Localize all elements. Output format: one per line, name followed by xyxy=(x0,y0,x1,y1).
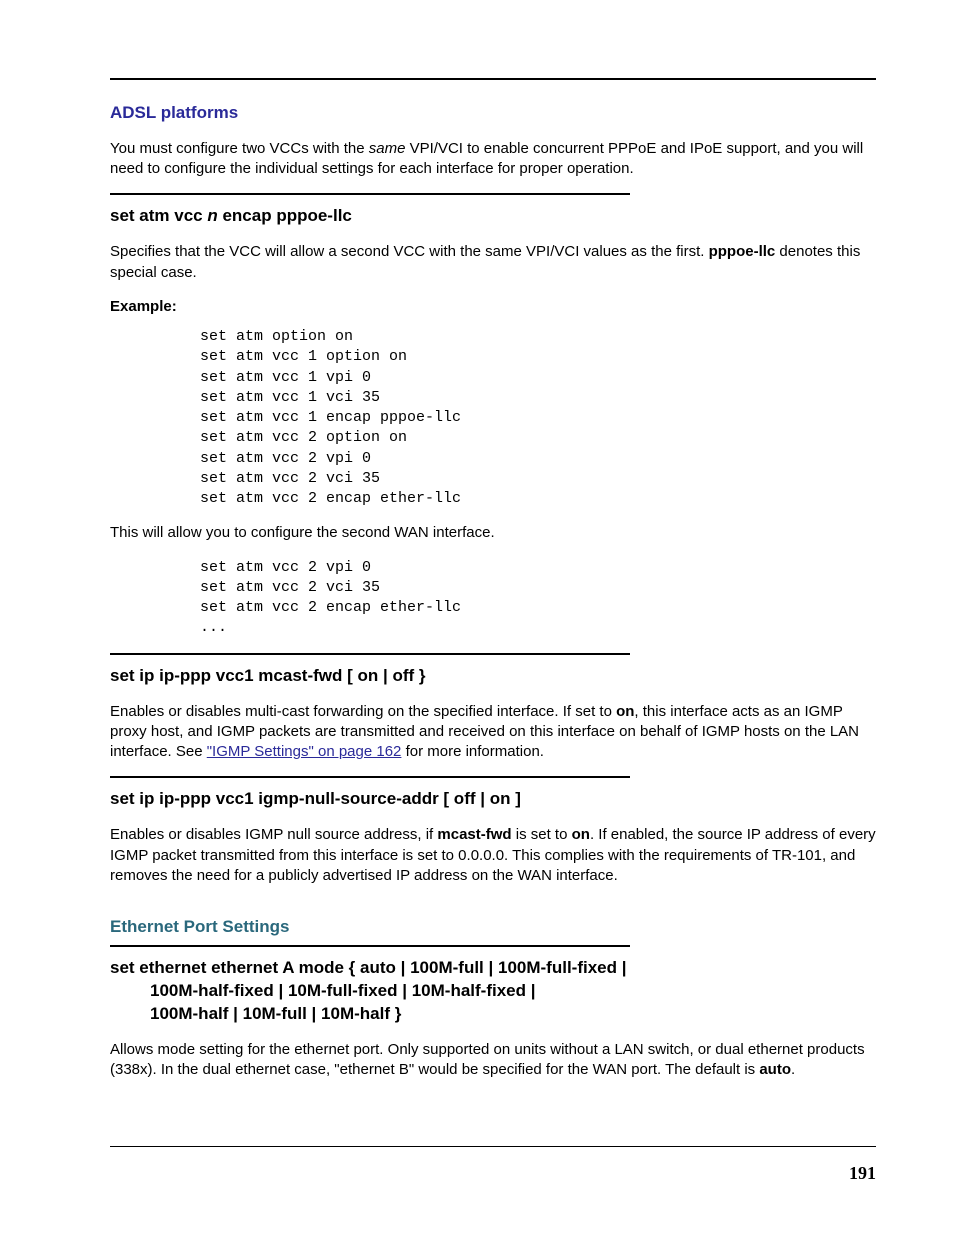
divider xyxy=(110,776,630,778)
section-heading-ethernet: Ethernet Port Settings xyxy=(110,916,876,939)
code-block: set atm option on set atm vcc 1 option o… xyxy=(200,327,876,509)
text: is set to xyxy=(512,826,572,843)
text: set atm vcc xyxy=(110,206,207,225)
paragraph: Enables or disables multi-cast forwardin… xyxy=(110,702,876,763)
paragraph: This will allow you to configure the sec… xyxy=(110,523,876,543)
text: 100M-half-fixed | 10M-full-fixed | 10M-h… xyxy=(110,980,876,1003)
section-heading-adsl: ADSL platforms xyxy=(110,102,876,125)
divider xyxy=(110,653,630,655)
text: set ethernet ethernet A mode { auto | 10… xyxy=(110,958,626,977)
content-area: ADSL platforms You must configure two VC… xyxy=(110,78,876,1080)
command-heading: set ip ip-ppp vcc1 igmp-null-source-addr… xyxy=(110,788,876,811)
cross-ref-link[interactable]: "IGMP Settings" on page 162 xyxy=(207,743,402,760)
page-number: 191 xyxy=(849,1161,876,1185)
bold-text: on xyxy=(616,703,634,720)
bold-text: auto xyxy=(759,1061,791,1078)
param-n: n xyxy=(207,206,217,225)
paragraph: Enables or disables IGMP null source add… xyxy=(110,825,876,886)
divider xyxy=(110,945,630,947)
text: Enables or disables multi-cast forwardin… xyxy=(110,703,616,720)
text: 100M-half | 10M-full | 10M-half } xyxy=(110,1003,876,1026)
page-container: ADSL platforms You must configure two VC… xyxy=(0,0,954,1235)
divider xyxy=(110,193,630,195)
paragraph: You must configure two VCCs with the sam… xyxy=(110,139,876,180)
text: You must configure two VCCs with the xyxy=(110,140,369,157)
text: Specifies that the VCC will allow a seco… xyxy=(110,243,709,260)
bold-text: mcast-fwd xyxy=(437,826,511,843)
command-heading: set ethernet ethernet A mode { auto | 10… xyxy=(110,957,876,1026)
text: encap pppoe-llc xyxy=(218,206,352,225)
bold-text: pppoe-llc xyxy=(709,243,776,260)
em-text: same xyxy=(369,140,406,157)
code-block: set atm vcc 2 vpi 0 set atm vcc 2 vci 35… xyxy=(200,558,876,639)
bold-text: on xyxy=(572,826,590,843)
footer-divider xyxy=(110,1146,876,1147)
text: for more information. xyxy=(401,743,544,760)
paragraph: Allows mode setting for the ethernet por… xyxy=(110,1040,876,1081)
text: Enables or disables IGMP null source add… xyxy=(110,826,437,843)
paragraph: Specifies that the VCC will allow a seco… xyxy=(110,242,876,283)
example-label: Example: xyxy=(110,297,876,317)
text: . xyxy=(791,1061,795,1078)
command-heading: set ip ip-ppp vcc1 mcast-fwd [ on | off … xyxy=(110,665,876,688)
command-heading: set atm vcc n encap pppoe-llc xyxy=(110,205,876,228)
text: Allows mode setting for the ethernet por… xyxy=(110,1041,865,1078)
